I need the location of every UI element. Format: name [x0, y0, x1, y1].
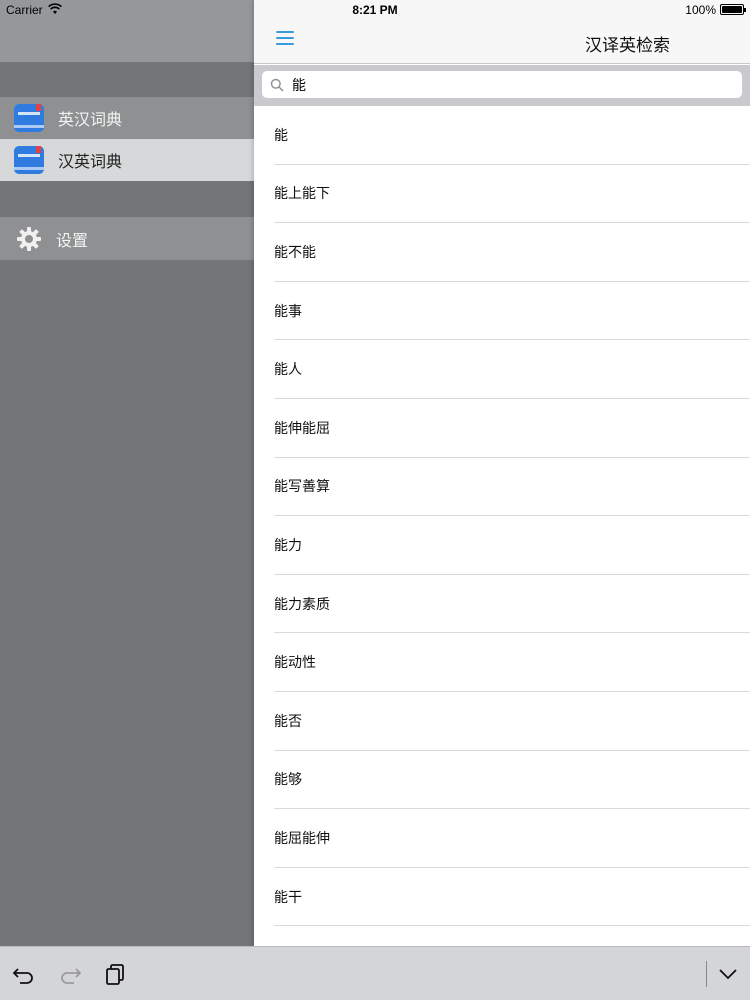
- sidebar-item-label: 英汉词典: [58, 110, 123, 129]
- result-row[interactable]: 能上能下: [274, 165, 750, 224]
- result-word: 能动性: [274, 655, 316, 672]
- sidebar-item-cn-en-dictionary[interactable]: 汉英词典: [0, 139, 254, 181]
- status-bar: Carrier 8:21 PM 100%: [0, 0, 750, 20]
- result-row[interactable]: 能屈能伸: [274, 809, 750, 868]
- result-row[interactable]: 能力素质: [274, 575, 750, 634]
- sidebar: 英汉词典 汉英词典 设置: [0, 0, 254, 946]
- results-list: 能能上能下能不能能事能人能伸能屈能写善算能力能力素质能动性能否能够能屈能伸能干: [254, 106, 750, 946]
- result-word: 能否: [274, 713, 302, 730]
- result-row[interactable]: 能人: [274, 340, 750, 399]
- dictionary-book-icon: [14, 146, 44, 174]
- page-title: 汉译英检索: [585, 36, 670, 56]
- result-row[interactable]: 能不能: [274, 223, 750, 282]
- result-row[interactable]: 能干: [274, 868, 750, 927]
- main-panel: 汉译英检索 能能上能下能不能能事能人能伸能屈能写善算能力能力素质能动性能否能够能…: [254, 0, 750, 946]
- result-word: 能屈能伸: [274, 830, 330, 847]
- dictionary-book-icon: [14, 104, 44, 132]
- search-field[interactable]: [262, 71, 742, 98]
- result-word: 能力素质: [274, 596, 330, 613]
- sidebar-item-en-cn-dictionary[interactable]: 英汉词典: [0, 97, 254, 139]
- sidebar-item-settings[interactable]: 设置: [0, 217, 254, 260]
- result-row[interactable]: 能够: [274, 751, 750, 810]
- search-input[interactable]: [292, 76, 712, 93]
- battery-icon: [720, 4, 746, 15]
- result-word: 能人: [274, 362, 302, 379]
- result-row[interactable]: 能否: [274, 692, 750, 751]
- keyboard-toolbar: [0, 946, 750, 1000]
- toolbar-divider: [706, 961, 707, 987]
- chevron-down-icon[interactable]: [716, 963, 740, 985]
- gear-icon: [17, 226, 41, 251]
- redo-icon[interactable]: [58, 963, 82, 985]
- result-word: 能上能下: [274, 186, 330, 203]
- result-word: 能写善算: [274, 479, 330, 496]
- result-row[interactable]: 能伸能屈: [274, 399, 750, 458]
- undo-icon[interactable]: [12, 963, 36, 985]
- result-row[interactable]: 能动性: [274, 633, 750, 692]
- paste-icon[interactable]: [104, 963, 128, 985]
- result-row[interactable]: 能写善算: [274, 458, 750, 517]
- search-bar: [254, 65, 750, 106]
- sidebar-item-label: 设置: [56, 230, 89, 250]
- sidebar-item-label: 汉英词典: [58, 152, 123, 171]
- result-word: 能够: [274, 772, 302, 789]
- clock: 8:21 PM: [352, 3, 398, 17]
- result-row[interactable]: 能事: [274, 282, 750, 341]
- search-icon: [270, 78, 284, 92]
- result-word: 能事: [274, 303, 302, 320]
- result-word: 能力: [274, 537, 302, 554]
- result-word: 能干: [274, 889, 302, 906]
- battery-percent: 100%: [685, 3, 716, 17]
- result-row[interactable]: 能: [274, 106, 750, 165]
- result-word: 能: [274, 127, 288, 144]
- result-row[interactable]: 能力: [274, 516, 750, 575]
- result-word: 能不能: [274, 244, 316, 261]
- result-word: 能伸能屈: [274, 420, 330, 437]
